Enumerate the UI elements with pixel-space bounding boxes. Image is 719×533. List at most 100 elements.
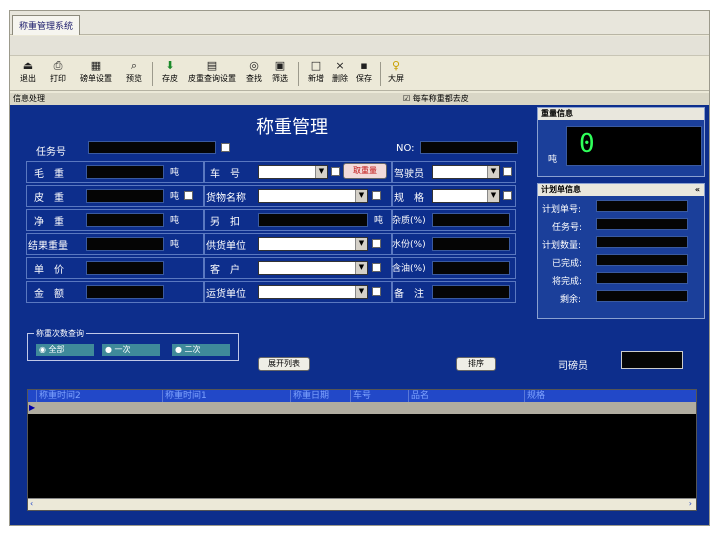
customer-picker[interactable] <box>372 263 381 272</box>
print-icon: ⎙ <box>53 59 63 72</box>
driver-label: 驾驶员 <box>394 169 424 180</box>
water-field[interactable] <box>432 237 510 251</box>
no-field[interactable] <box>420 141 518 154</box>
driver-select[interactable]: ▼ <box>432 165 500 179</box>
plan-qty-label: 计划数量: <box>542 241 582 251</box>
grid-header: 称重时间2 称重时间1 称重日期 车号 品名 规格 <box>28 390 696 402</box>
big-screen-button[interactable]: ♀ 大屏 <box>384 59 408 89</box>
radio-twice[interactable]: ● 二次 <box>172 344 230 356</box>
sort-button[interactable]: 排序 <box>456 357 496 371</box>
tare-query-icon: ▤ <box>206 59 218 72</box>
chevron-down-icon[interactable]: ▼ <box>487 190 499 202</box>
deduct-field[interactable] <box>258 213 368 227</box>
save-button[interactable]: ▪ 保存 <box>352 59 376 89</box>
exit-button[interactable]: ⏏ 退出 <box>16 59 40 89</box>
supplier-select[interactable]: ▼ <box>258 237 368 251</box>
net-field[interactable] <box>86 213 164 227</box>
scroll-right-icon[interactable]: › <box>689 499 692 508</box>
exit-icon: ⏏ <box>22 59 34 72</box>
customer-select[interactable]: ▼ <box>258 261 368 275</box>
plan-info-panel: 计划单信息 « 计划单号: 任务号: 计划数量: 已完成: 将完成: 剩余: <box>537 183 705 319</box>
big-screen-icon: ♀ <box>391 59 401 72</box>
filter-icon: ▣ <box>274 59 286 72</box>
plan-remaining-field[interactable] <box>596 290 688 302</box>
oil-field[interactable] <box>432 261 510 275</box>
car-picker[interactable] <box>331 167 340 176</box>
plan-task-field[interactable] <box>596 218 688 230</box>
supplier-picker[interactable] <box>372 239 381 248</box>
weight-unit: 吨 <box>548 155 558 165</box>
delete-button[interactable]: × 删除 <box>328 59 352 89</box>
expand-list-button[interactable]: 展开列表 <box>258 357 310 371</box>
task-no-picker[interactable] <box>221 143 230 152</box>
gross-field[interactable] <box>86 165 164 179</box>
print-button[interactable]: ⎙ 打印 <box>46 59 70 89</box>
toolbar-separator <box>298 62 299 86</box>
new-button[interactable]: □ 新增 <box>304 59 328 89</box>
delete-icon: × <box>335 59 345 72</box>
ticket-settings-button[interactable]: ▦ 磅单设置 <box>76 59 116 89</box>
chevron-down-icon[interactable]: ▼ <box>355 286 367 298</box>
horizontal-scrollbar[interactable]: ‹ › <box>28 498 696 510</box>
table-row[interactable]: ▶ <box>28 402 696 414</box>
fetch-weight-button[interactable]: 取重量 <box>343 163 387 179</box>
weight-value: 0 <box>579 129 595 159</box>
col-weigh-date[interactable]: 称重日期 <box>290 390 350 402</box>
filter-button[interactable]: ▣ 筛选 <box>268 59 292 89</box>
goods-name-select[interactable]: ▼ <box>258 189 368 203</box>
impurity-field[interactable] <box>432 213 510 227</box>
price-field[interactable] <box>86 261 164 275</box>
car-select[interactable]: ▼ <box>258 165 328 179</box>
preview-button[interactable]: ⌕ 预览 <box>122 59 146 89</box>
transport-picker[interactable] <box>372 287 381 296</box>
operator-field[interactable] <box>621 351 683 369</box>
new-icon: □ <box>310 59 322 72</box>
spec-picker[interactable] <box>503 191 512 200</box>
collapse-icon[interactable]: « <box>695 184 700 196</box>
goods-picker[interactable] <box>372 191 381 200</box>
col-spec[interactable]: 规格 <box>524 390 696 402</box>
amount-field[interactable] <box>86 285 164 299</box>
radio-once[interactable]: ● 一次 <box>102 344 160 356</box>
scroll-left-icon[interactable]: ‹ <box>30 499 33 508</box>
chevron-down-icon[interactable]: ▼ <box>355 238 367 250</box>
records-grid: 称重时间2 称重时间1 称重日期 车号 品名 规格 ▶ ‹ › <box>27 389 697 511</box>
tare-field[interactable] <box>86 189 164 203</box>
chevron-down-icon[interactable]: ▼ <box>355 262 367 274</box>
plan-done-field[interactable] <box>596 254 688 266</box>
plan-pending-field[interactable] <box>596 272 688 284</box>
plan-info-title: 计划单信息 « <box>538 184 704 196</box>
chevron-down-icon[interactable]: ▼ <box>315 166 327 178</box>
save-tare-button[interactable]: ⬇ 存皮 <box>158 59 182 89</box>
chevron-down-icon[interactable]: ▼ <box>355 190 367 202</box>
col-weigh-time-2[interactable]: 称重时间2 <box>36 390 162 402</box>
plan-no-field[interactable] <box>596 200 688 212</box>
col-product-name[interactable]: 品名 <box>408 390 524 402</box>
transport-unit-label: 运货单位 <box>206 289 246 300</box>
tab-bar: 称重管理系统 <box>10 11 709 35</box>
tare-label: 皮 重 <box>34 193 64 204</box>
car-label: 车 号 <box>210 169 240 180</box>
price-label: 单 价 <box>34 265 64 276</box>
driver-picker[interactable] <box>503 167 512 176</box>
operator-label: 司磅员 <box>558 361 588 372</box>
tare-every-time-checkbox[interactable]: ☑ 每车称重都去皮 <box>403 93 469 105</box>
tare-query-settings-button[interactable]: ▤ 皮重查询设置 <box>186 59 238 89</box>
transport-unit-select[interactable]: ▼ <box>258 285 368 299</box>
settle-weight-field[interactable] <box>86 237 164 251</box>
col-weigh-time-1[interactable]: 称重时间1 <box>162 390 290 402</box>
remark-label: 备 注 <box>394 289 424 300</box>
binoculars-icon: ◎ <box>249 59 259 72</box>
chevron-down-icon[interactable]: ▼ <box>487 166 499 178</box>
spec-select[interactable]: ▼ <box>432 189 500 203</box>
col-car-no[interactable]: 车号 <box>350 390 408 402</box>
plan-qty-field[interactable] <box>596 236 688 248</box>
radio-all[interactable]: ◉ 全部 <box>36 344 94 356</box>
task-no-field[interactable] <box>88 141 216 154</box>
remark-field[interactable] <box>432 285 510 299</box>
tare-picker[interactable] <box>184 191 193 200</box>
amount-label: 金 额 <box>34 289 64 300</box>
tab-weighing-system[interactable]: 称重管理系统 <box>12 15 81 35</box>
info-side-panel: 重量信息 0 吨 计划单信息 « 计划单号: 任务号: 计划数量: 已完成: 将完… <box>525 105 709 325</box>
find-button[interactable]: ◎ 查找 <box>242 59 266 89</box>
